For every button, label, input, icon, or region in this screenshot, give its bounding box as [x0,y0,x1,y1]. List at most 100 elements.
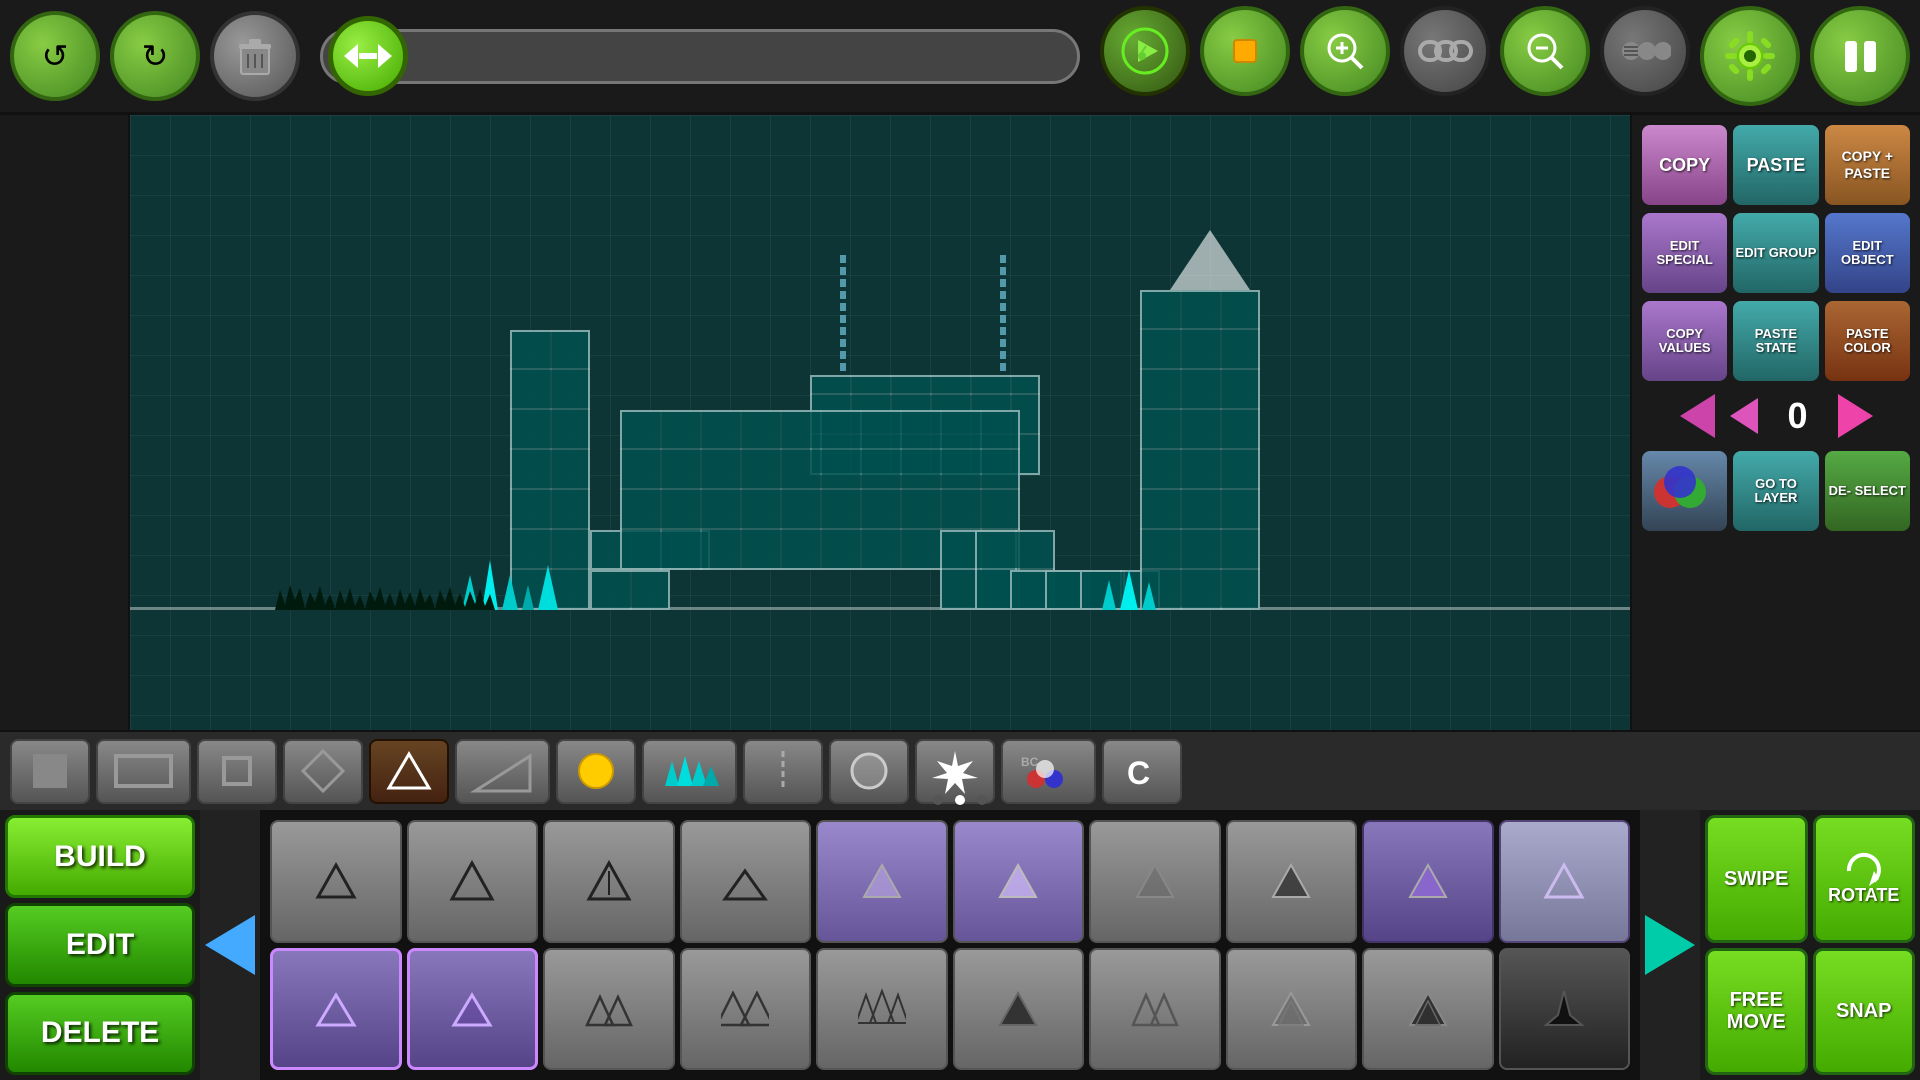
undo-button[interactable]: ↺ [10,11,100,101]
tab-spikes[interactable] [642,739,737,804]
edit-badges-button[interactable] [1600,6,1690,96]
copy-values-button[interactable]: COPY VALUES [1642,301,1727,381]
obj-triangle-7[interactable] [1089,820,1221,943]
obj-mountain-dark[interactable] [1089,948,1221,1071]
right-action-buttons: SWIPE ROTATE FREE MOVE SNAP [1700,810,1920,1080]
obj-crown[interactable] [1499,948,1631,1071]
copy-paste-row: COPY PASTE COPY + PASTE [1642,125,1910,205]
tab-square-small[interactable] [197,739,277,804]
bottom-area: BUILD EDIT DELETE [0,810,1920,1080]
tab-color-bc[interactable]: BC [1001,739,1096,804]
tab-chain[interactable] [743,739,823,804]
obj-triangle-gray-outline[interactable] [1226,948,1358,1071]
layer-row: GO TO LAYER DE- SELECT [1642,451,1910,531]
edit-group-button[interactable]: EDIT GROUP [1733,213,1818,293]
dot-2[interactable] [955,795,965,805]
tab-circle[interactable] [556,739,636,804]
copy-button[interactable]: COPY [1642,125,1727,205]
top-bar: ↺ ↻ [0,0,1920,115]
obj-triangle-5[interactable] [816,820,948,943]
go-to-layer-button[interactable]: GO TO LAYER [1733,451,1818,531]
top-right-buttons [1100,6,1910,106]
prev-page-arrow-icon [205,915,255,975]
settings-button[interactable] [1700,6,1800,106]
prev-page-button[interactable] [200,810,260,1080]
edit-row: EDIT SPECIAL EDIT GROUP EDIT OBJECT [1642,213,1910,293]
next-page-arrow-icon [1645,915,1695,975]
layer-next-button[interactable] [1838,394,1873,438]
deselect-button[interactable]: DE- SELECT [1825,451,1910,531]
chain-right [1000,255,1006,375]
tab-triangle-active[interactable] [369,739,449,804]
free-move-button[interactable]: FREE MOVE [1705,948,1808,1076]
zoom-out-button[interactable] [1500,6,1590,96]
dot-1[interactable] [933,795,943,805]
music-button[interactable] [1100,6,1190,96]
obj-triangle-6[interactable] [953,820,1085,943]
obj-triangle-12[interactable] [407,948,539,1071]
obj-triangle-11[interactable] [270,948,402,1071]
svg-text:C: C [1127,755,1150,791]
paste-button[interactable]: PASTE [1733,125,1818,205]
paste-color-button[interactable]: PASTE COLOR [1825,301,1910,381]
progress-handle[interactable] [328,16,408,96]
obj-triangle-1[interactable] [270,820,402,943]
app: ↺ ↻ [0,0,1920,1080]
editor-canvas[interactable] [130,115,1630,730]
delete-mode-button[interactable]: DELETE [5,992,195,1075]
right-panel: COPY PASTE COPY + PASTE EDIT SPECIAL EDI… [1630,115,1920,730]
obj-triangle-dark[interactable] [953,948,1085,1071]
color-balls-button[interactable] [1642,451,1727,531]
obj-mountain-1[interactable] [543,948,675,1071]
dot-3[interactable] [977,795,987,805]
obj-triangle-3[interactable] [543,820,675,943]
tab-rect-outline[interactable] [96,739,191,804]
tab-diamond[interactable] [283,739,363,804]
svg-text:BC: BC [1021,755,1039,769]
obj-triangle-2[interactable] [407,820,539,943]
ground-platform-2 [590,570,670,610]
rotate-button[interactable]: ROTATE [1813,815,1916,943]
pause-button[interactable] [1810,6,1910,106]
obj-triangle-dark-inner[interactable] [1362,948,1494,1071]
obj-triangle-8[interactable] [1226,820,1358,943]
next-page-button[interactable] [1640,810,1700,1080]
obj-triangle-4[interactable] [680,820,812,943]
chain-left [840,255,846,375]
edit-mode-button[interactable]: EDIT [5,903,195,986]
cyan-spikes-right [1100,570,1158,610]
obj-mountain-2[interactable] [680,948,812,1071]
tab-slope[interactable] [455,739,550,804]
tab-sphere[interactable] [829,739,909,804]
paste-state-button[interactable]: PASTE STATE [1733,301,1818,381]
swipe-button[interactable]: SWIPE [1705,815,1808,943]
zoom-in-button[interactable] [1300,6,1390,96]
build-mode-button[interactable]: BUILD [5,815,195,898]
link-button[interactable] [1400,6,1490,96]
middle-section: COPY PASTE COPY + PASTE EDIT SPECIAL EDI… [0,115,1920,730]
tab-square-solid[interactable] [10,739,90,804]
edit-object-button[interactable]: EDIT OBJECT [1825,213,1910,293]
layer-prev-small-button[interactable] [1730,398,1758,434]
snap-button[interactable]: SNAP [1813,948,1916,1076]
layer-number: 0 [1773,395,1823,437]
delete-button[interactable] [210,11,300,101]
progress-bar[interactable] [320,29,1080,84]
obj-triangle-10[interactable] [1499,820,1631,943]
obj-mountain-3[interactable] [816,948,948,1071]
mode-buttons: BUILD EDIT DELETE [0,810,200,1080]
pagination-dots [933,795,987,805]
layer-prev-button[interactable] [1680,394,1715,438]
copy-paste-button[interactable]: COPY + PASTE [1825,125,1910,205]
values-row: COPY VALUES PASTE STATE PASTE COLOR [1642,301,1910,381]
tall-platform [1140,290,1260,610]
tab-letter-c[interactable]: C [1102,739,1182,804]
layer-nav: 0 [1642,389,1910,443]
edit-special-button[interactable]: EDIT SPECIAL [1642,213,1727,293]
redo-button[interactable]: ↻ [110,11,200,101]
roof-triangle [1170,230,1250,290]
tab-burst[interactable] [915,739,995,804]
obj-triangle-9[interactable] [1362,820,1494,943]
grass-left [275,585,495,610]
record-button[interactable] [1200,6,1290,96]
